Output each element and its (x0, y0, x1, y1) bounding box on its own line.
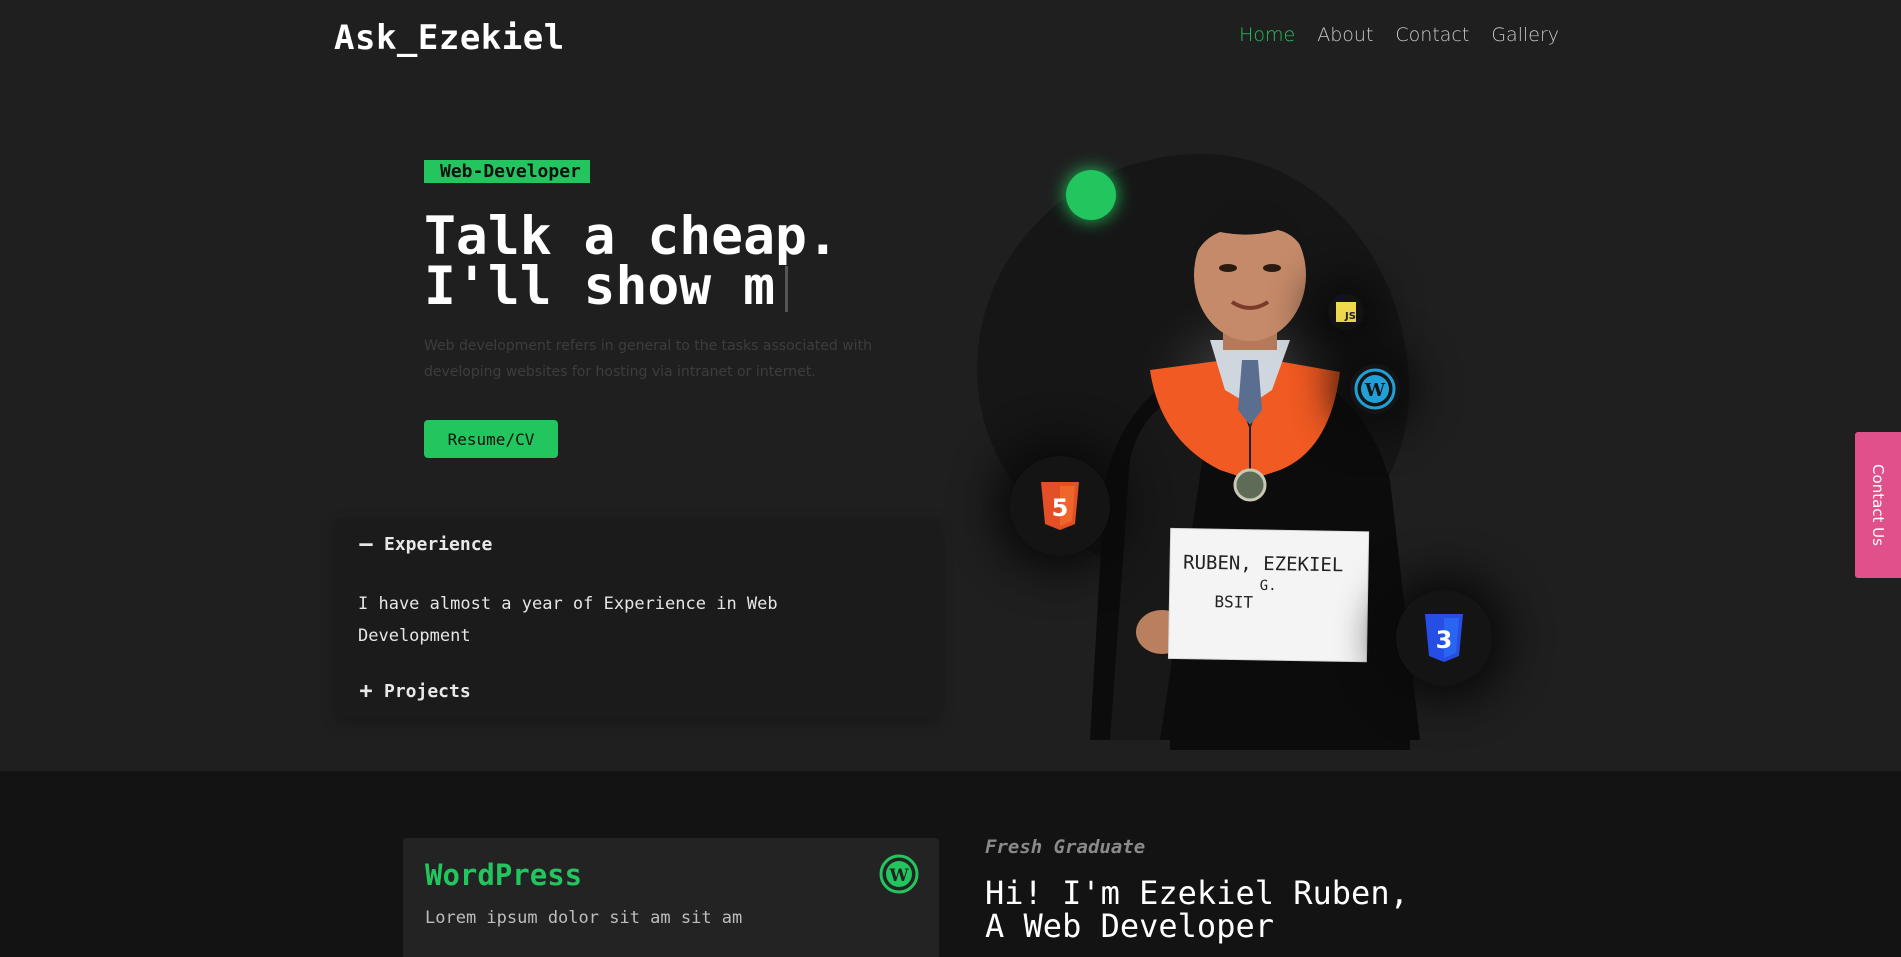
html5-icon: 5 (1041, 482, 1079, 530)
css3-badge: 3 (1396, 590, 1492, 686)
intro-line-1: Hi! I'm Ezekiel Ruben, (985, 874, 1409, 912)
skill-card-title: WordPress (425, 858, 583, 892)
accordion-title: Projects (384, 681, 471, 702)
site-logo[interactable]: Ask_Ezekiel (334, 18, 565, 58)
hero-description: Web development refers in general to the… (424, 338, 872, 380)
resume-cv-button[interactable]: Resume/CV (424, 420, 558, 458)
nav-link-contact[interactable]: Contact (1395, 24, 1469, 46)
js-icon: JS (1336, 302, 1356, 322)
nav-link-about[interactable]: About (1317, 24, 1373, 46)
nav-links: Home About Contact Gallery (1239, 24, 1559, 46)
skills-section (0, 771, 1901, 957)
accordion-item-experience[interactable]: — Experience (358, 532, 492, 557)
plus-icon: + (359, 679, 373, 704)
skill-card-text: Lorem ipsum dolor sit am sit am (425, 908, 743, 928)
css3-icon: 3 (1425, 614, 1463, 662)
sign-name: RUBEN, EZEKIEL (1183, 552, 1344, 577)
wordpress-icon: W (879, 854, 919, 894)
svg-text:JS: JS (1344, 311, 1356, 322)
sign-course: BSIT (1214, 592, 1253, 612)
accordion-content: I have almost a year of Experience in We… (358, 594, 778, 646)
wordpress-icon: W (1354, 368, 1396, 410)
svg-text:5: 5 (1052, 494, 1069, 522)
nav-link-gallery[interactable]: Gallery (1491, 24, 1559, 46)
about-tagline: Fresh Graduate (985, 836, 1146, 858)
headline-line-2: I'll show m (424, 256, 775, 317)
headline-line-1: Talk a cheap. (424, 206, 839, 267)
minus-icon: — (359, 532, 373, 557)
role-badge: Web-Developer (424, 160, 590, 183)
contact-us-label: Contact Us (1869, 464, 1888, 546)
sign-initial: G. (1260, 578, 1277, 594)
contact-us-tab[interactable]: Contact Us (1855, 432, 1901, 578)
html5-badge: 5 (1010, 456, 1110, 556)
about-intro: Hi! I'm Ezekiel Ruben, A Web Developer (985, 877, 1409, 943)
navbar: Ask_Ezekiel Home About Contact Gallery (0, 0, 1901, 80)
svg-text:W: W (888, 866, 909, 886)
intro-line-2: A Web Developer (985, 907, 1274, 945)
accordion-title: Experience (384, 534, 493, 555)
javascript-badge: JS (1328, 294, 1364, 330)
svg-text:3: 3 (1436, 626, 1453, 654)
typing-caret (785, 266, 788, 312)
nav-link-home[interactable]: Home (1239, 24, 1295, 46)
hero-headline: Talk a cheap. I'll show m (424, 206, 839, 313)
accordion-item-projects[interactable]: + Projects (358, 679, 471, 704)
svg-text:W: W (1364, 380, 1386, 401)
wordpress-badge: W (1350, 364, 1400, 414)
skill-card-wordpress: WordPress Lorem ipsum dolor sit am sit a… (403, 838, 939, 957)
accordion: — Experience I have almost a year of Exp… (336, 518, 940, 718)
